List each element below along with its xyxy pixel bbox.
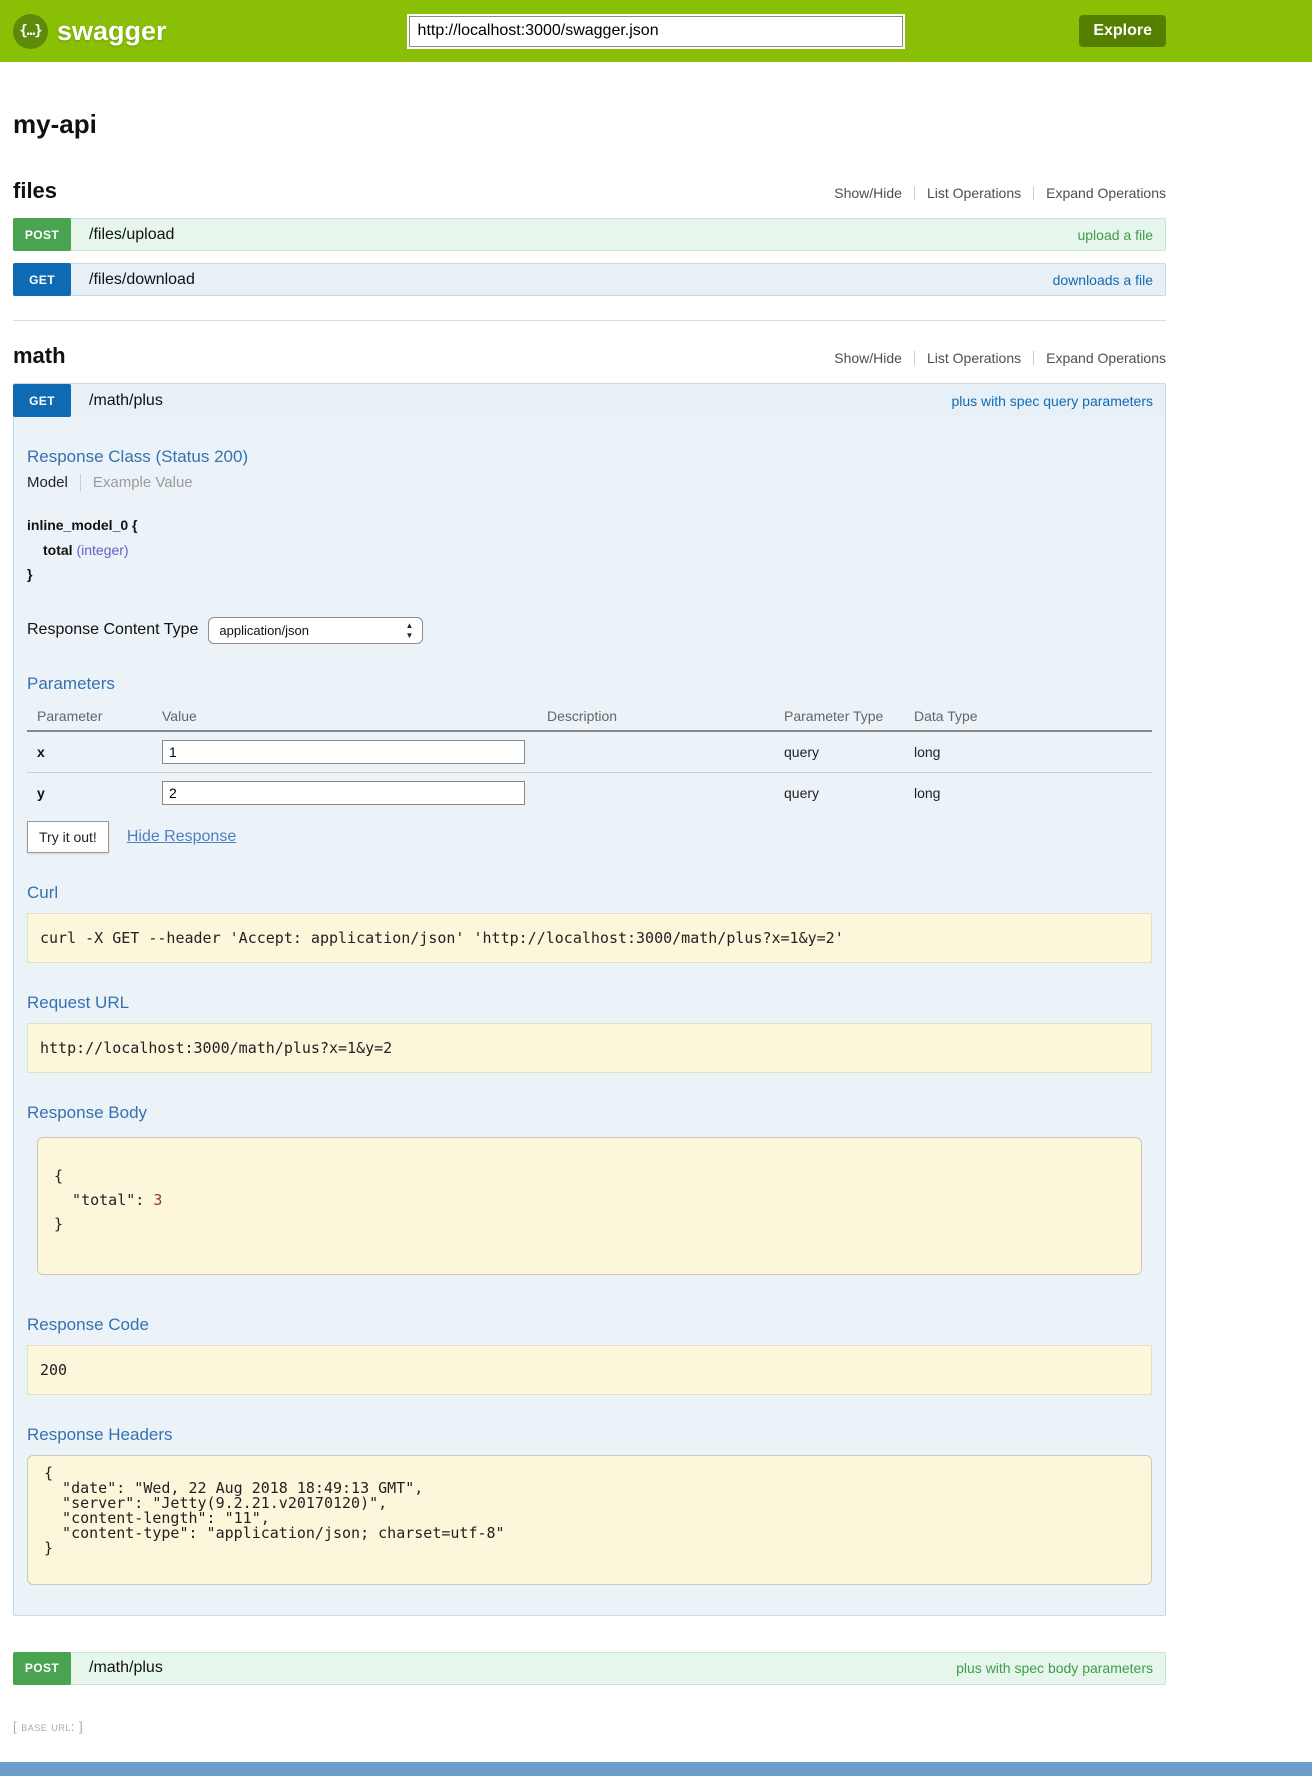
- op-row-post-math-plus[interactable]: POST /math/plus plus with spec body para…: [13, 1652, 1166, 1685]
- swagger-logo-text: swagger: [57, 16, 167, 47]
- op-summary-math-plus-get[interactable]: plus with spec query parameters: [951, 393, 1165, 409]
- response-content-type-label: Response Content Type: [27, 621, 198, 639]
- param-y-type: query: [774, 772, 904, 813]
- top-bar: {…} swagger Explore: [0, 0, 1312, 62]
- response-headers-heading: Response Headers: [27, 1425, 1152, 1445]
- section-files-heading: files: [13, 178, 57, 204]
- base-url-label: [ base url: ]: [13, 1719, 1166, 1734]
- param-x-name: x: [27, 731, 152, 773]
- main-content: my-api files Show/Hide List Operations E…: [13, 62, 1166, 1734]
- files-show-hide-link[interactable]: Show/Hide: [834, 185, 902, 201]
- section-files: files Show/Hide List Operations Expand O…: [13, 178, 1166, 296]
- response-headers-json: { "date": "Wed, 22 Aug 2018 18:49:13 GMT…: [44, 1466, 1135, 1556]
- post-method-badge: POST: [13, 1652, 71, 1685]
- vertical-divider: [914, 186, 915, 200]
- files-list-operations-link[interactable]: List Operations: [927, 185, 1021, 201]
- section-files-header: files Show/Hide List Operations Expand O…: [13, 178, 1166, 204]
- param-row-x: x query long: [27, 731, 1152, 773]
- op-get-math-plus-detail: Response Class (Status 200) Model Exampl…: [14, 417, 1165, 1615]
- parameters-heading: Parameters: [27, 674, 1152, 694]
- response-body-number: 3: [153, 1191, 162, 1209]
- op-get-math-plus-expanded: GET /math/plus plus with spec query para…: [13, 383, 1166, 1616]
- select-arrows-icon: ▲▼: [405, 621, 413, 641]
- model-signature-open: inline_model_0 {: [27, 513, 1152, 538]
- param-y-description: [537, 772, 774, 813]
- response-content-type-select[interactable]: application/json ▲▼: [208, 617, 423, 644]
- response-code-block: 200: [27, 1345, 1152, 1395]
- hide-response-link[interactable]: Hide Response: [127, 828, 236, 846]
- model-property: total (integer): [27, 538, 1152, 563]
- op-summary-math-plus-post[interactable]: plus with spec body parameters: [956, 1660, 1165, 1676]
- section-math-header: math Show/Hide List Operations Expand Op…: [13, 343, 1166, 369]
- col-header-description: Description: [537, 702, 774, 731]
- try-it-out-button[interactable]: Try it out!: [27, 821, 109, 853]
- response-body-block: { "total": 3 }: [37, 1137, 1142, 1275]
- section-math: math Show/Hide List Operations Expand Op…: [13, 320, 1166, 1685]
- op-row-get-math-plus[interactable]: GET /math/plus plus with spec query para…: [14, 384, 1165, 417]
- tab-example-value[interactable]: Example Value: [80, 474, 193, 491]
- tab-model[interactable]: Model: [27, 474, 80, 491]
- response-body-json: { "total":: [54, 1167, 153, 1209]
- vertical-divider: [914, 351, 915, 365]
- explore-button[interactable]: Explore: [1079, 15, 1166, 47]
- post-method-badge: POST: [13, 218, 71, 251]
- response-class-heading: Response Class (Status 200): [27, 447, 1152, 467]
- col-header-value: Value: [152, 702, 537, 731]
- swagger-braces-icon: {…}: [13, 14, 48, 49]
- parameters-table: Parameter Value Description Parameter Ty…: [27, 702, 1152, 813]
- param-y-value-input[interactable]: [162, 781, 525, 805]
- col-header-data-type: Data Type: [904, 702, 1152, 731]
- param-x-description: [537, 731, 774, 773]
- bottom-bar: [0, 1762, 1312, 1776]
- get-method-badge: GET: [13, 384, 71, 417]
- request-url-block: http://localhost:3000/math/plus?x=1&y=2: [27, 1023, 1152, 1073]
- op-path-math-plus-post[interactable]: /math/plus: [89, 1659, 163, 1677]
- op-path-files-download[interactable]: /files/download: [89, 271, 195, 289]
- col-header-parameter: Parameter: [27, 702, 152, 731]
- param-y-name: y: [27, 772, 152, 813]
- response-code-heading: Response Code: [27, 1315, 1152, 1335]
- math-expand-operations-link[interactable]: Expand Operations: [1046, 350, 1166, 366]
- response-content-type-row: Response Content Type application/json ▲…: [27, 617, 1152, 644]
- op-path-files-upload[interactable]: /files/upload: [89, 226, 174, 244]
- op-summary-files-download[interactable]: downloads a file: [1053, 272, 1165, 288]
- model-signature: inline_model_0 { total (integer) }: [27, 513, 1152, 587]
- actions-row: Try it out! Hide Response: [27, 821, 1152, 853]
- swagger-url-input[interactable]: [409, 16, 903, 47]
- param-row-y: y query long: [27, 772, 1152, 813]
- op-path-math-plus-get[interactable]: /math/plus: [89, 392, 163, 410]
- vertical-divider: [1033, 351, 1034, 365]
- section-math-controls: Show/Hide List Operations Expand Operati…: [834, 350, 1166, 366]
- top-bar-inner: {…} swagger Explore: [13, 0, 1166, 62]
- request-url-heading: Request URL: [27, 993, 1152, 1013]
- math-show-hide-link[interactable]: Show/Hide: [834, 350, 902, 366]
- response-headers-block: { "date": "Wed, 22 Aug 2018 18:49:13 GMT…: [27, 1455, 1152, 1585]
- math-list-operations-link[interactable]: List Operations: [927, 350, 1021, 366]
- op-row-get-files-download[interactable]: GET /files/download downloads a file: [13, 263, 1166, 296]
- vertical-divider: [1033, 186, 1034, 200]
- param-x-type: query: [774, 731, 904, 773]
- model-signature-close: }: [27, 562, 1152, 587]
- section-math-heading: math: [13, 343, 66, 369]
- api-title: my-api: [13, 109, 1166, 140]
- get-method-badge: GET: [13, 263, 71, 296]
- curl-heading: Curl: [27, 883, 1152, 903]
- response-class-tabs: Model Example Value: [27, 474, 1152, 491]
- swagger-logo[interactable]: {…} swagger: [13, 14, 167, 49]
- files-expand-operations-link[interactable]: Expand Operations: [1046, 185, 1166, 201]
- param-y-data-type: long: [904, 772, 1152, 813]
- response-body-heading: Response Body: [27, 1103, 1152, 1123]
- param-x-value-input[interactable]: [162, 740, 525, 764]
- response-content-type-value: application/json: [219, 623, 309, 638]
- model-property-name: total: [43, 542, 73, 558]
- model-property-type: (integer): [76, 542, 128, 558]
- curl-command-block: curl -X GET --header 'Accept: applicatio…: [27, 913, 1152, 963]
- col-header-parameter-type: Parameter Type: [774, 702, 904, 731]
- parameters-header-row: Parameter Value Description Parameter Ty…: [27, 702, 1152, 731]
- response-body-json-close: }: [54, 1215, 63, 1233]
- param-x-data-type: long: [904, 731, 1152, 773]
- op-row-post-files-upload[interactable]: POST /files/upload upload a file: [13, 218, 1166, 251]
- section-files-controls: Show/Hide List Operations Expand Operati…: [834, 185, 1166, 201]
- op-summary-files-upload[interactable]: upload a file: [1077, 227, 1165, 243]
